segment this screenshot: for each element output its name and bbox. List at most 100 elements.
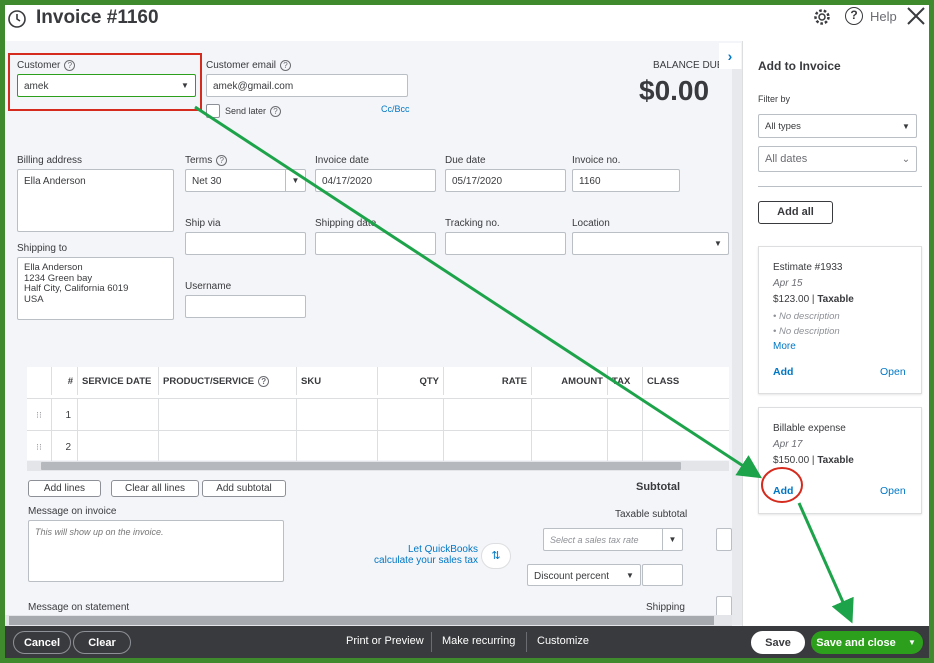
estimate-open-link[interactable]: Open (880, 366, 906, 378)
shipping-address-input[interactable]: Ella Anderson 1234 Green bay Half City, … (17, 257, 174, 320)
type-filter-select[interactable]: All types ▼ (758, 114, 917, 138)
add-lines-button[interactable]: Add lines (28, 480, 101, 497)
cell-amount[interactable] (532, 431, 608, 463)
card-amount-line: $150.00 | Taxable (773, 455, 854, 466)
cell-product-service[interactable] (159, 399, 297, 431)
cell-amount[interactable] (532, 399, 608, 431)
table-row[interactable]: ⁝⁝ 2 (27, 430, 729, 463)
clear-button[interactable]: Clear (73, 631, 131, 654)
cell-tax[interactable] (608, 399, 643, 431)
card-amount-line: $123.00 | Taxable (773, 294, 854, 305)
discount-type-select[interactable]: Discount percent ▼ (527, 564, 641, 586)
filter-by-label: Filter by (758, 94, 791, 104)
chevron-right-icon[interactable]: › (719, 43, 741, 69)
discount-value-input[interactable] (642, 564, 683, 586)
product-help-icon[interactable]: ? (258, 375, 270, 387)
date-filter-select[interactable]: All dates ⌄ (758, 146, 917, 172)
grid-horizontal-scrollbar[interactable] (27, 461, 729, 471)
cell-sku[interactable] (297, 399, 378, 431)
customer-email-input[interactable]: amek@gmail.com (206, 74, 408, 97)
cc-bcc-link[interactable]: Cc/Bcc (381, 104, 410, 114)
chevron-down-icon[interactable]: ▼ (662, 529, 682, 550)
tax-amount-input[interactable] (716, 528, 732, 551)
print-preview-link[interactable]: Print or Preview (346, 635, 424, 647)
cell-sku[interactable] (297, 431, 378, 463)
close-icon[interactable] (906, 6, 926, 26)
subtotal-label: Subtotal (636, 481, 680, 493)
help-link[interactable]: Help (870, 9, 897, 24)
add-subtotal-button[interactable]: Add subtotal (202, 480, 286, 497)
make-recurring-link[interactable]: Make recurring (442, 635, 515, 647)
form-scrollbar[interactable] (732, 69, 742, 625)
shipping-date-input[interactable] (315, 232, 436, 255)
chevron-down-icon[interactable]: ▼ (708, 233, 728, 254)
location-select[interactable]: ▼ (572, 232, 729, 255)
billing-address-input[interactable]: Ella Anderson (17, 169, 174, 232)
card-date: Apr 15 (773, 278, 803, 289)
due-date-input[interactable]: 05/17/2020 (445, 169, 566, 192)
drag-handle-icon[interactable]: ⁝⁝ (27, 431, 52, 463)
tracking-no-input[interactable] (445, 232, 566, 255)
username-label: Username (185, 281, 232, 292)
cell-qty[interactable] (378, 431, 444, 463)
chevron-down-icon[interactable]: ▼ (901, 631, 923, 654)
cell-service-date[interactable] (78, 431, 159, 463)
drag-handle-icon[interactable]: ⁝⁝ (27, 399, 52, 431)
history-icon[interactable] (7, 9, 27, 29)
estimate-card: Estimate #1933 Apr 15 $123.00 | Taxable … (758, 246, 922, 394)
cell-rate[interactable] (444, 431, 532, 463)
save-and-close-button[interactable]: Save and close (811, 631, 901, 654)
add-to-invoice-panel: Add to Invoice Filter by All types ▼ All … (742, 41, 929, 626)
qb-sales-tax-line: Let QuickBooks (407, 544, 478, 555)
form-horizontal-scrollbar[interactable] (5, 615, 732, 626)
invoice-no-input[interactable]: 1160 (572, 169, 680, 192)
send-later-label: Send later? (225, 106, 282, 118)
table-row[interactable]: ⁝⁝ 1 (27, 398, 729, 431)
invoice-date-input[interactable]: 04/17/2020 (315, 169, 436, 192)
cell-tax[interactable] (608, 431, 643, 463)
scrollbar-thumb[interactable] (9, 616, 714, 625)
terms-select[interactable]: Net 30 ▼ (185, 169, 306, 192)
sales-tax-toggle-icon[interactable]: ⇅ (481, 543, 511, 569)
customize-link[interactable]: Customize (537, 635, 589, 647)
billable-expense-card: Billable expense Apr 17 $150.00 | Taxabl… (758, 407, 922, 514)
cancel-button[interactable]: Cancel (13, 631, 71, 654)
send-later-help-icon[interactable]: ? (270, 106, 282, 118)
billable-expense-open-link[interactable]: Open (880, 485, 906, 497)
billable-expense-add-link[interactable]: Add (773, 485, 793, 497)
terms-help-icon[interactable]: ? (216, 155, 228, 166)
chevron-down-icon[interactable]: ▼ (285, 170, 305, 191)
invoice-date-label: Invoice date (315, 155, 369, 166)
footer-bar: Cancel Clear Print or Preview Make recur… (5, 626, 929, 658)
email-help-icon[interactable]: ? (280, 60, 292, 71)
estimate-add-link[interactable]: Add (773, 366, 793, 378)
username-input[interactable] (185, 295, 306, 318)
message-invoice-input[interactable] (28, 520, 284, 582)
gear-icon[interactable] (812, 7, 832, 27)
chevron-down-icon[interactable]: ▼ (620, 565, 640, 585)
scrollbar-thumb[interactable] (41, 462, 681, 470)
qb-sales-tax-link[interactable]: Let QuickBooks calculate your sales tax (368, 544, 478, 566)
save-button[interactable]: Save (751, 631, 805, 654)
help-icon[interactable]: ? (845, 7, 863, 25)
cell-product-service[interactable] (159, 431, 297, 463)
send-later-checkbox[interactable] (206, 104, 220, 118)
cell-rate[interactable] (444, 399, 532, 431)
card-amount: $150.00 (773, 455, 810, 466)
drag-column-header (27, 367, 52, 395)
chevron-down-icon[interactable]: ⌄ (896, 147, 916, 171)
cell-qty[interactable] (378, 399, 444, 431)
row-number: 1 (52, 399, 78, 431)
chevron-down-icon[interactable]: ▼ (896, 115, 916, 137)
cell-service-date[interactable] (78, 399, 159, 431)
card-more-link[interactable]: More (773, 341, 796, 352)
sales-tax-rate-select[interactable]: Select a sales tax rate ▼ (543, 528, 683, 551)
invoice-no-label: Invoice no. (572, 155, 621, 166)
ship-via-input[interactable] (185, 232, 306, 255)
clear-all-lines-button[interactable]: Clear all lines (111, 480, 199, 497)
qb-sales-tax-line: calculate your sales tax (374, 555, 478, 566)
column-header-qty: QTY (378, 367, 444, 395)
add-all-button[interactable]: Add all (758, 201, 833, 224)
message-invoice-label: Message on invoice (28, 506, 117, 517)
location-label: Location (572, 218, 610, 229)
